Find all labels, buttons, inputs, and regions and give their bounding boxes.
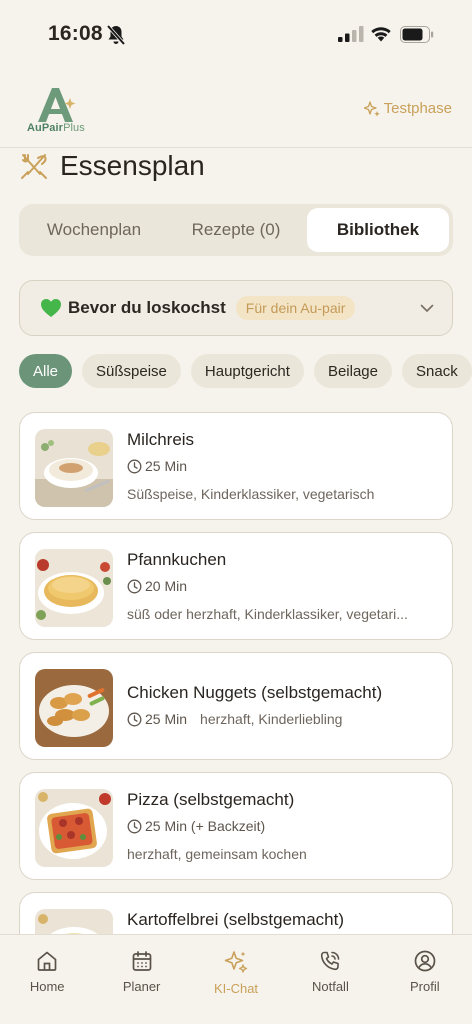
page-title: Essensplan	[60, 150, 205, 181]
recipe-tags: herzhaft, Kinderliebling	[200, 711, 343, 727]
recipe-card-pfannkuchen[interactable]: Pfannkuchen 20 Min süß oder herzhaft, Ki…	[19, 532, 453, 640]
nav-label: Planer	[122, 979, 161, 994]
tab-bibliothek[interactable]: Bibliothek	[307, 208, 449, 252]
calendar-icon	[132, 951, 151, 971]
clock-icon	[127, 712, 142, 726]
tab-wochenplan[interactable]: Wochenplan	[23, 208, 165, 252]
recipe-list: Milchreis 25 Min Süßspeise, Kinderklassi…	[19, 412, 453, 934]
recipe-time: 25 Min (+ Backzeit)	[127, 818, 265, 834]
recipe-image-pizza	[35, 789, 113, 867]
recipe-tags: süß oder herzhaft, Kinderklassiker, vege…	[127, 606, 408, 622]
clock-icon	[127, 459, 142, 473]
sparkle-icon	[224, 951, 248, 973]
tab-rezepte[interactable]: Rezepte (0)	[165, 208, 307, 252]
filter-chip-alle[interactable]: Alle	[19, 354, 73, 388]
recipe-time: 25 Min herzhaft, Kinderliebling	[127, 711, 342, 727]
recipe-image-chicken-nuggets	[35, 669, 113, 747]
tab-bar: Wochenplan Rezepte (0) Bibliothek	[19, 204, 453, 256]
recipe-name: Pfannkuchen	[127, 550, 227, 569]
trial-label: Testphase	[383, 100, 452, 117]
nav-notfall[interactable]: Notfall	[283, 935, 377, 1024]
sparkle-icon	[363, 100, 380, 117]
signal-icon	[338, 26, 364, 42]
nav-label: KI-Chat	[213, 981, 259, 996]
recipe-name: Pizza (selbstgemacht)	[127, 790, 295, 809]
bottom-navigation: Home Planer KI-Chat Notfall Profil	[0, 934, 472, 1024]
filter-chip-snack[interactable]: Snack	[402, 354, 472, 388]
tip-title: Bevor du loskochst	[68, 298, 226, 317]
phone-icon	[321, 951, 340, 971]
logo-text: AuPairPlus	[27, 122, 85, 134]
home-icon	[37, 951, 57, 971]
clock-icon	[127, 579, 142, 593]
chevron-down-icon	[420, 304, 434, 312]
tip-badge: Für dein Au-pair	[235, 296, 356, 320]
status-bar: 16:08	[0, 0, 472, 70]
nav-label: Notfall	[311, 979, 349, 994]
green-heart-icon	[41, 299, 61, 317]
profile-icon	[414, 950, 436, 972]
trial-badge[interactable]: Testphase	[363, 100, 452, 117]
category-filters: Alle Süßspeise Hauptgericht Beilage Snac…	[19, 354, 472, 390]
recipe-image-milchreis	[35, 429, 113, 507]
recipe-image-kartoffelbrei	[35, 909, 113, 934]
recipe-card-kartoffelbrei[interactable]: Kartoffelbrei (selbstgemacht)	[19, 892, 453, 934]
nav-label: Profil	[410, 979, 440, 994]
filter-chip-hauptgericht[interactable]: Hauptgericht	[190, 354, 304, 388]
recipe-time: 25 Min	[127, 458, 187, 474]
utensils-icon	[21, 154, 47, 179]
page-title-row: Essensplan	[20, 146, 205, 186]
nav-ki-chat[interactable]: KI-Chat	[189, 935, 283, 1024]
recipe-name: Kartoffelbrei (selbstgemacht)	[127, 910, 345, 929]
clock-icon	[127, 819, 142, 833]
recipe-name: Milchreis	[127, 430, 195, 449]
bell-off-icon	[106, 24, 126, 46]
wifi-icon	[371, 27, 391, 42]
recipe-tags: herzhaft, gemeinsam kochen	[127, 846, 307, 862]
nav-label: Home	[29, 979, 65, 994]
filter-chip-beilage[interactable]: Beilage	[313, 354, 392, 388]
recipe-time: 20 Min	[127, 578, 187, 594]
recipe-tags: Süßspeise, Kinderklassiker, vegetarisch	[127, 486, 375, 502]
recipe-image-pfannkuchen	[35, 549, 113, 627]
recipe-card-pizza[interactable]: Pizza (selbstgemacht) 25 Min (+ Backzeit…	[19, 772, 453, 880]
nav-planer[interactable]: Planer	[94, 935, 188, 1024]
nav-home[interactable]: Home	[0, 935, 94, 1024]
recipe-card-milchreis[interactable]: Milchreis 25 Min Süßspeise, Kinderklassi…	[19, 412, 453, 520]
nav-profil[interactable]: Profil	[378, 935, 472, 1024]
app-header: AuPairPlus Testphase	[0, 76, 472, 148]
recipe-card-chicken-nuggets[interactable]: Chicken Nuggets (selbstgemacht) 25 Min h…	[19, 652, 453, 760]
before-cooking-accordion[interactable]: Bevor du loskochst Für dein Au-pair	[19, 280, 453, 336]
filter-chip-suessspeise[interactable]: Süßspeise	[82, 354, 181, 388]
recipe-name: Chicken Nuggets (selbstgemacht)	[127, 683, 383, 702]
battery-icon	[400, 26, 434, 43]
status-time: 16:08	[48, 22, 103, 45]
